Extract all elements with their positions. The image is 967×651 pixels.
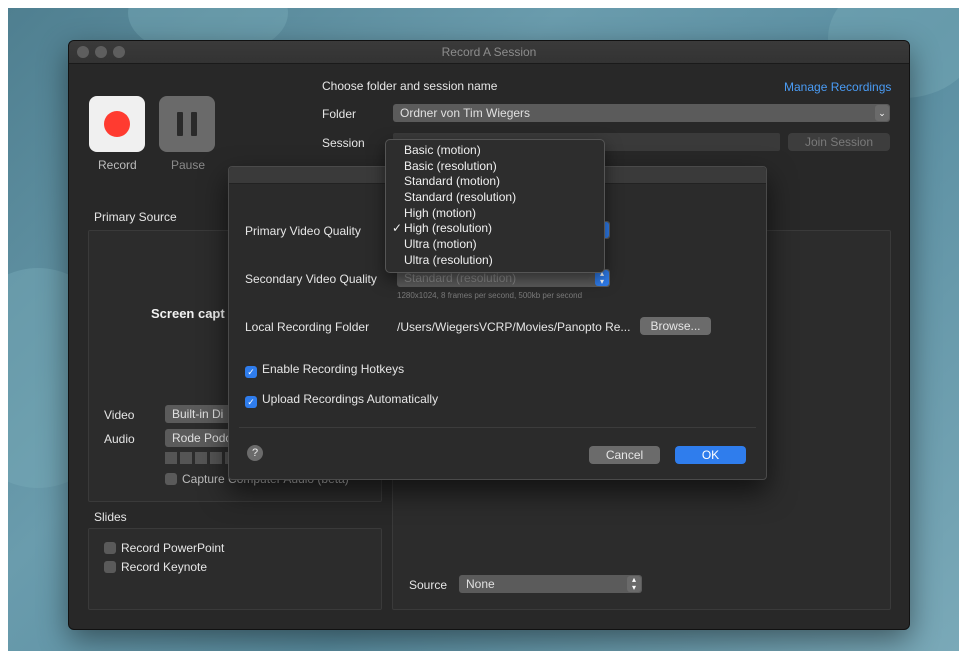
session-heading: Choose folder and session name	[322, 79, 498, 93]
enable-hotkeys-checkbox[interactable]: ✓ Enable Recording Hotkeys	[245, 362, 404, 378]
menu-item-basic-resolution[interactable]: Basic (resolution)	[386, 159, 604, 175]
session-label: Session	[322, 136, 365, 150]
menu-item-ultra-resolution[interactable]: Ultra (resolution)	[386, 253, 604, 269]
menu-item-high-motion[interactable]: High (motion)	[386, 206, 604, 222]
chevron-down-icon: ⌄	[875, 105, 889, 121]
manage-recordings-link[interactable]: Manage Recordings	[784, 80, 891, 94]
title-bar: Record A Session	[69, 41, 909, 64]
record-powerpoint-label: Record PowerPoint	[121, 541, 225, 555]
record-powerpoint-checkbox[interactable]: Record PowerPoint	[104, 541, 224, 555]
record-button[interactable]	[89, 96, 145, 152]
folder-label: Folder	[322, 107, 357, 121]
help-icon-glyph: ?	[251, 447, 259, 459]
browse-button[interactable]: Browse...	[640, 317, 711, 335]
menu-item-standard-resolution[interactable]: Standard (resolution)	[386, 190, 604, 206]
checkbox-icon	[165, 473, 177, 485]
local-folder-label: Local Recording Folder	[245, 320, 370, 334]
divider	[239, 427, 756, 428]
cancel-button[interactable]: Cancel	[589, 446, 660, 464]
pause-button[interactable]	[159, 96, 215, 152]
checkbox-icon	[104, 561, 116, 573]
slides-heading: Slides	[94, 510, 127, 524]
checkbox-icon	[104, 542, 116, 554]
window-title: Record A Session	[441, 45, 537, 59]
menu-item-basic-motion[interactable]: Basic (motion)	[386, 143, 604, 159]
updown-icon: ▴▾	[627, 576, 641, 592]
record-keynote-checkbox[interactable]: Record Keynote	[104, 560, 207, 574]
upload-automatically-checkbox[interactable]: ✓ Upload Recordings Automatically	[245, 392, 438, 408]
screen-capture-text: Screen capt	[151, 306, 225, 321]
local-folder-value: /Users/WiegersVCRP/Movies/Panopto Re...	[397, 320, 631, 334]
join-session-button[interactable]: Join Session	[788, 133, 890, 151]
record-keynote-label: Record Keynote	[121, 560, 208, 574]
video-label: Video	[104, 408, 135, 422]
primary-source-heading: Primary Source	[94, 210, 177, 224]
checkmark-icon: ✓	[245, 366, 257, 378]
quality-dropdown-menu: Basic (motion) Basic (resolution) Standa…	[385, 139, 605, 273]
audio-level-meter	[165, 452, 235, 464]
primary-quality-label: Primary Video Quality	[245, 224, 361, 238]
pause-label: Pause	[171, 158, 206, 172]
help-icon[interactable]: ?	[247, 445, 263, 461]
secondary-quality-value: Standard (resolution)	[404, 271, 517, 285]
secondary-quality-hint: 1280x1024, 8 frames per second, 500kb pe…	[397, 291, 583, 300]
source-value: None	[466, 577, 495, 591]
folder-select[interactable]: Ordner von Tim Wiegers ⌄	[393, 104, 890, 122]
secondary-quality-label: Secondary Video Quality	[245, 272, 377, 286]
checkmark-icon: ✓	[392, 221, 403, 236]
folder-value: Ordner von Tim Wiegers	[400, 106, 531, 120]
audio-value: Rode Podc	[172, 431, 232, 445]
video-value: Built-in Di	[172, 407, 224, 421]
record-icon	[104, 111, 130, 137]
audio-label: Audio	[104, 432, 135, 446]
menu-item-high-resolution[interactable]: ✓ High (resolution)	[386, 221, 604, 237]
upload-label: Upload Recordings Automatically	[262, 392, 439, 406]
menu-item-standard-motion[interactable]: Standard (motion)	[386, 174, 604, 190]
hotkeys-label: Enable Recording Hotkeys	[262, 362, 405, 376]
record-label: Record	[98, 158, 137, 172]
source-label: Source	[409, 578, 448, 592]
menu-item-ultra-motion[interactable]: Ultra (motion)	[386, 237, 604, 253]
source-select[interactable]: None ▴ ▾	[459, 575, 642, 593]
ok-button[interactable]: OK	[675, 446, 746, 464]
checkmark-icon: ✓	[245, 396, 257, 408]
